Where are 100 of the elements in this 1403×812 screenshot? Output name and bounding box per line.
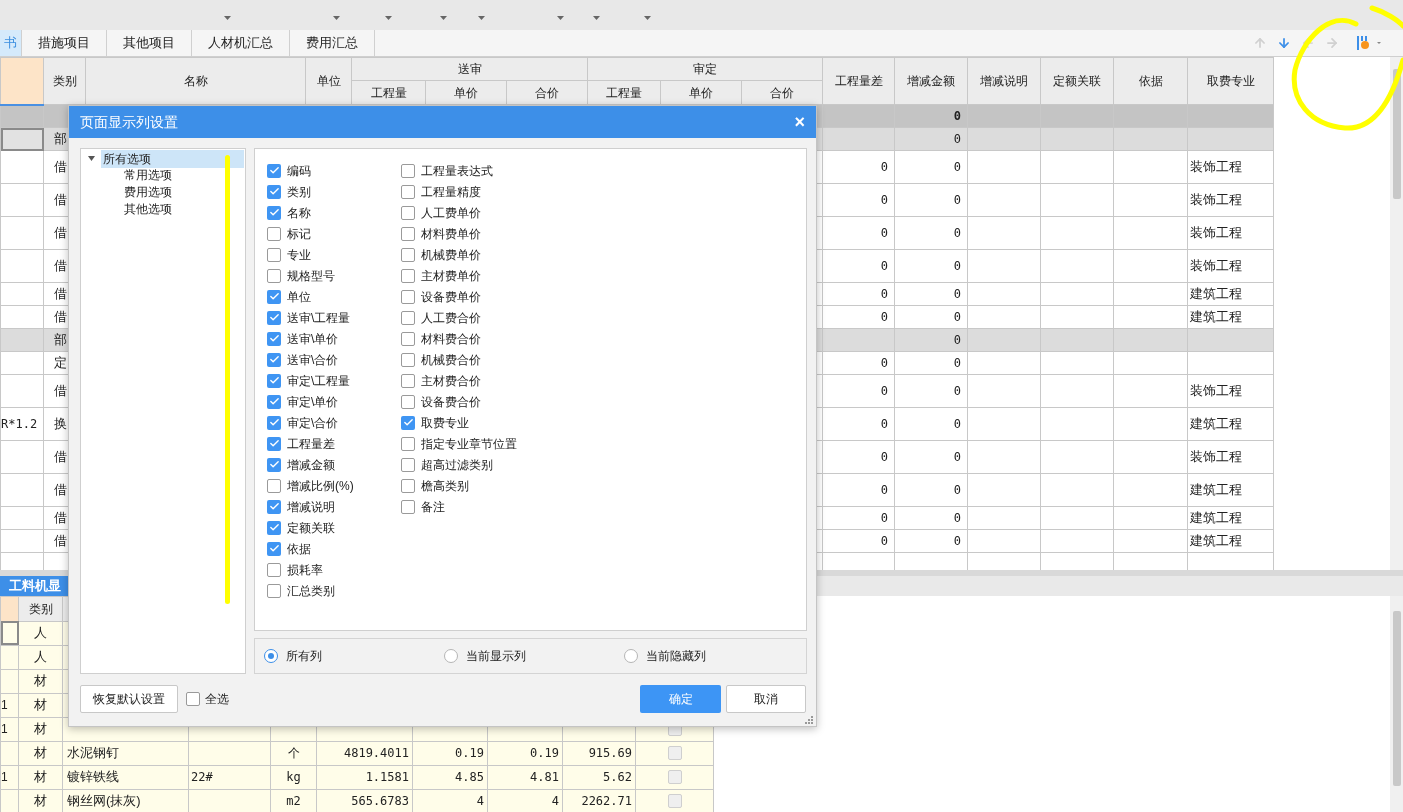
column-header[interactable]: 增减说明: [967, 57, 1041, 105]
checkbox-label[interactable]: 材料费合价: [421, 329, 481, 348]
checkbox-label[interactable]: 人工费单价: [421, 203, 481, 222]
checkbox[interactable]: [267, 205, 281, 220]
table-cell[interactable]: 1: [0, 765, 19, 789]
checkbox[interactable]: [401, 394, 415, 409]
table-cell[interactable]: 1: [0, 693, 19, 717]
checkbox-label[interactable]: 审定\单价: [287, 392, 339, 411]
radio-button[interactable]: [264, 649, 278, 663]
checkbox[interactable]: [267, 268, 281, 283]
move-right-icon[interactable]: [1325, 36, 1339, 50]
table-cell[interactable]: [0, 216, 44, 250]
table-cell[interactable]: [0, 127, 44, 151]
checkbox-label[interactable]: 工程量表达式: [421, 161, 493, 180]
checkbox[interactable]: [401, 289, 415, 304]
caret-icon[interactable]: [333, 16, 340, 20]
checkbox[interactable]: [401, 436, 415, 451]
checkbox-label[interactable]: 定额关联: [287, 518, 335, 537]
tree-item[interactable]: 常用选项: [122, 165, 174, 184]
checkbox-label[interactable]: 超高过滤类别: [421, 455, 493, 474]
checkbox[interactable]: [267, 184, 281, 199]
scrollbar[interactable]: [1390, 57, 1403, 570]
checkbox-label[interactable]: 备注: [421, 497, 445, 516]
column-header[interactable]: 定额关联: [1040, 57, 1114, 105]
cancel-button[interactable]: 取消: [726, 685, 806, 713]
table-cell[interactable]: [0, 328, 44, 352]
radio-label[interactable]: 当前隐藏列: [646, 647, 706, 665]
checkbox-label[interactable]: 增减比例(%): [287, 476, 354, 495]
table-cell[interactable]: [0, 374, 44, 408]
caret-icon[interactable]: [440, 16, 447, 20]
move-up-icon[interactable]: [1253, 36, 1267, 50]
radio-button[interactable]: [624, 649, 638, 663]
checkbox[interactable]: [267, 394, 281, 409]
checkbox[interactable]: [267, 247, 281, 262]
checkbox[interactable]: [401, 226, 415, 241]
checkbox[interactable]: [186, 692, 200, 706]
checkbox[interactable]: [267, 226, 281, 241]
checkbox[interactable]: [267, 478, 281, 493]
checkbox[interactable]: [401, 457, 415, 472]
checkbox[interactable]: [267, 163, 281, 178]
checkbox-label[interactable]: 送审\合价: [287, 350, 339, 369]
checkbox[interactable]: [401, 373, 415, 388]
checkbox-label[interactable]: 规格型号: [287, 266, 335, 285]
radio-label[interactable]: 所有列: [286, 647, 322, 665]
checkbox-label[interactable]: 名称: [287, 203, 311, 222]
checkbox-label[interactable]: 指定专业章节位置: [421, 434, 517, 453]
column-header[interactable]: 工程量差: [822, 57, 895, 105]
checkbox[interactable]: [401, 499, 415, 514]
column-settings-icon[interactable]: [1357, 36, 1381, 50]
column-header[interactable]: 单位: [305, 57, 352, 105]
table-cell[interactable]: [0, 669, 19, 693]
column-header[interactable]: 依据: [1113, 57, 1188, 105]
checkbox[interactable]: [401, 310, 415, 325]
table-cell[interactable]: [0, 440, 44, 474]
checkbox-label[interactable]: 设备费单价: [421, 287, 481, 306]
caret-icon[interactable]: [385, 16, 392, 20]
table-cell[interactable]: [0, 150, 44, 184]
checkbox-label[interactable]: 依据: [287, 539, 311, 558]
column-header[interactable]: 类别: [18, 596, 63, 621]
checkbox[interactable]: [401, 415, 415, 430]
tree-item[interactable]: 所有选项: [101, 149, 244, 168]
table-cell[interactable]: 1: [0, 717, 19, 741]
checkbox[interactable]: [267, 415, 281, 430]
expanded-caret-icon[interactable]: [87, 156, 95, 161]
checkbox[interactable]: [267, 499, 281, 514]
checkbox-label[interactable]: 专业: [287, 245, 311, 264]
checkbox[interactable]: [267, 436, 281, 451]
checkbox-label[interactable]: 工程量精度: [421, 182, 481, 201]
checkbox-label[interactable]: 审定\工程量: [287, 371, 351, 390]
table-cell[interactable]: [0, 305, 44, 329]
checkbox-label[interactable]: 机械费单价: [421, 245, 481, 264]
checkbox-label[interactable]: 送审\工程量: [287, 308, 351, 327]
checkbox[interactable]: [401, 184, 415, 199]
column-header[interactable]: 取费专业: [1187, 57, 1274, 105]
checkbox-label[interactable]: 标记: [287, 224, 311, 243]
resize-grip-icon[interactable]: [804, 715, 813, 724]
checkbox-label[interactable]: 取费专业: [421, 413, 469, 432]
tree-item[interactable]: 其他选项: [122, 199, 174, 218]
checkbox[interactable]: [267, 331, 281, 346]
caret-icon[interactable]: [557, 16, 564, 20]
table-cell[interactable]: [0, 249, 44, 283]
column-header[interactable]: 名称: [85, 57, 306, 105]
table-cell[interactable]: [0, 183, 44, 217]
checkbox[interactable]: [401, 205, 415, 220]
checkbox[interactable]: [667, 746, 682, 760]
checkbox-label[interactable]: 编码: [287, 161, 311, 180]
column-header[interactable]: 增减金额: [894, 57, 968, 105]
checkbox-label[interactable]: 人工费合价: [421, 308, 481, 327]
table-cell[interactable]: [0, 282, 44, 306]
checkbox-label[interactable]: 汇总类别: [287, 581, 335, 600]
checkbox-label[interactable]: 类别: [287, 182, 311, 201]
checkbox-label[interactable]: 主材费合价: [421, 371, 481, 390]
checkbox[interactable]: [267, 541, 281, 556]
table-cell[interactable]: [0, 529, 44, 553]
checkbox[interactable]: [267, 352, 281, 367]
checkbox-label[interactable]: 增减说明: [287, 497, 335, 516]
checkbox[interactable]: [267, 373, 281, 388]
radio-button[interactable]: [444, 649, 458, 663]
checkbox[interactable]: [667, 770, 682, 784]
checkbox-label[interactable]: 设备费合价: [421, 392, 481, 411]
